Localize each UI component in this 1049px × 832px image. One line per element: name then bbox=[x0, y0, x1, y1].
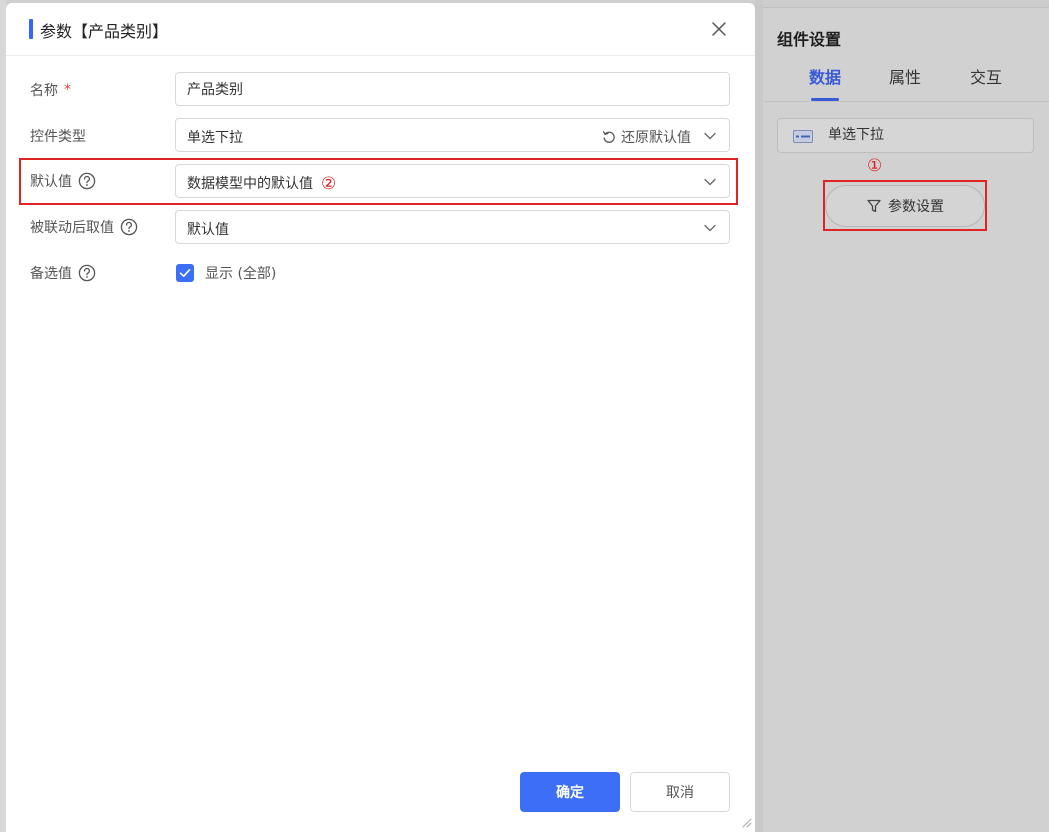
default-value-text: 数据模型中的默认值 bbox=[187, 176, 313, 192]
name-input[interactable] bbox=[176, 73, 729, 105]
step-marker-2: ② bbox=[321, 174, 337, 194]
control-type-value: 单选下拉 bbox=[187, 130, 243, 146]
options-label-text: 备选值 bbox=[30, 266, 72, 282]
confirm-button[interactable]: 确定 bbox=[520, 772, 620, 812]
name-label: 名称 * bbox=[30, 80, 71, 100]
filter-icon bbox=[867, 199, 881, 213]
widget-type-selector[interactable]: 单选下拉 bbox=[777, 118, 1034, 153]
default-value-value: 数据模型中的默认值 ② bbox=[187, 173, 336, 194]
tab-properties[interactable]: 属性 bbox=[889, 64, 921, 88]
options-label: 备选值 bbox=[30, 263, 96, 283]
show-all-checkbox[interactable] bbox=[176, 264, 194, 282]
help-icon[interactable] bbox=[120, 218, 138, 236]
linked-value-select[interactable]: 默认值 bbox=[175, 210, 730, 244]
background-strip-middle bbox=[755, 0, 763, 832]
check-icon bbox=[179, 269, 191, 277]
background-top-bar bbox=[763, 0, 1049, 8]
resize-handle-icon[interactable] bbox=[740, 816, 752, 828]
control-type-select[interactable]: 单选下拉 还原默认值 bbox=[175, 118, 730, 152]
widget-dropdown-icon bbox=[793, 130, 813, 143]
control-type-label-text: 控件类型 bbox=[30, 129, 86, 145]
step-marker-1: ① bbox=[867, 156, 883, 176]
help-icon[interactable] bbox=[78, 172, 96, 190]
name-label-text: 名称 bbox=[30, 83, 58, 99]
required-mark: * bbox=[64, 82, 71, 98]
panel-title: 组件设置 bbox=[777, 30, 842, 49]
default-value-label-text: 默认值 bbox=[30, 174, 72, 190]
default-value-select[interactable]: 数据模型中的默认值 ② bbox=[175, 164, 730, 198]
linked-value-label-text: 被联动后取值 bbox=[30, 220, 114, 236]
parameter-dialog: 参数【产品类别】 名称 * 控件类型 单选下拉 还原默认值 默认值 bbox=[6, 3, 755, 832]
linked-value-value: 默认值 bbox=[187, 222, 229, 238]
tab-data[interactable]: 数据 bbox=[809, 64, 841, 88]
linked-value-label: 被联动后取值 bbox=[30, 217, 138, 237]
control-type-label: 控件类型 bbox=[30, 126, 86, 146]
name-field[interactable] bbox=[175, 72, 730, 106]
chevron-down-icon bbox=[704, 132, 716, 140]
chevron-down-icon bbox=[704, 224, 716, 232]
parameter-settings-label: 参数设置 bbox=[888, 199, 944, 215]
dialog-title: 参数【产品类别】 bbox=[40, 22, 169, 41]
widget-type-label: 单选下拉 bbox=[828, 127, 884, 143]
close-icon[interactable] bbox=[710, 20, 728, 38]
restore-default-label: 还原默认值 bbox=[621, 130, 691, 146]
panel-tabs: 数据 属性 交互 bbox=[763, 64, 1049, 102]
chevron-down-icon bbox=[704, 178, 716, 186]
parameter-settings-button[interactable]: 参数设置 bbox=[825, 185, 985, 227]
help-icon[interactable] bbox=[78, 264, 96, 282]
title-accent-bar bbox=[29, 19, 33, 39]
tab-interaction[interactable]: 交互 bbox=[970, 64, 1002, 88]
restore-default-link[interactable]: 还原默认值 bbox=[602, 127, 691, 147]
show-all-label: 显示 (全部) bbox=[205, 266, 277, 282]
default-value-label: 默认值 bbox=[30, 171, 96, 191]
cancel-button[interactable]: 取消 bbox=[630, 772, 730, 812]
restore-icon bbox=[602, 131, 615, 143]
active-tab-indicator bbox=[811, 98, 839, 101]
dialog-header: 参数【产品类别】 bbox=[6, 3, 755, 56]
component-settings-panel: 组件设置 数据 属性 交互 单选下拉 ① 参数设置 bbox=[763, 8, 1049, 832]
